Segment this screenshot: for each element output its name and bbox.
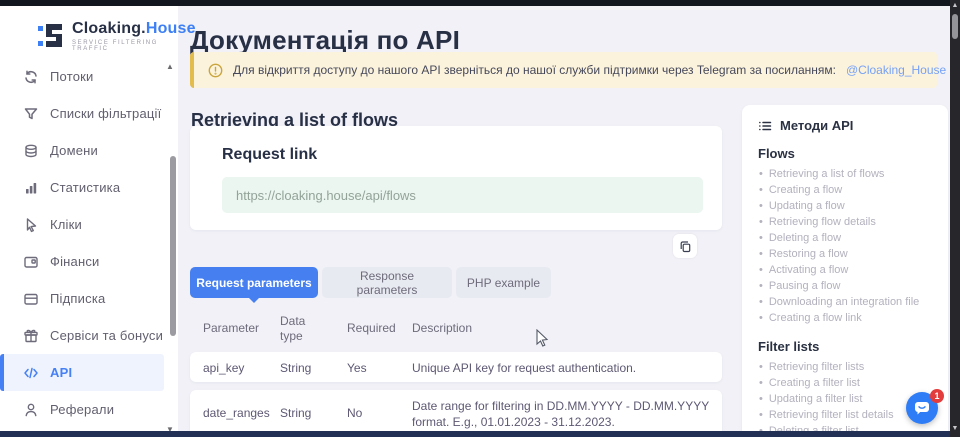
table-row: date_ranges String No Date range for fil… [190,390,722,437]
tab-request-parameters[interactable]: Request parameters [190,267,318,298]
methods-link[interactable]: Pausing a flow [758,278,932,294]
page-scrollbar-thumb[interactable] [952,14,958,39]
wallet-icon [22,290,39,307]
info-icon [208,63,223,78]
telegram-link[interactable]: @Cloaking_House [846,63,946,77]
methods-panel-header: Методи API [758,118,932,133]
sidebar-item-referrals[interactable]: Реферали [0,391,164,428]
sidebar-item-clicks[interactable]: Кліки [0,206,164,243]
sidebar-item-statistics[interactable]: Статистика [0,169,164,206]
cell-description: Unique API key for request authenticatio… [412,361,712,377]
sidebar-item-label: Потоки [50,69,93,84]
sidebar-item-label: Кліки [50,217,82,232]
methods-group-title: Filter lists [758,339,932,354]
cell-required: No [347,406,362,420]
methods-link[interactable]: Downloading an integration file [758,294,932,310]
methods-link[interactable]: Restoring a flow [758,246,932,262]
list-icon [758,119,772,133]
tab-php-example[interactable]: PHP example [456,267,551,298]
col-header-parameter: Parameter [203,321,259,335]
request-link-title: Request link [222,146,317,164]
methods-link[interactable]: Retrieving filter lists [758,359,932,375]
sidebar-scrollbar-thumb[interactable] [170,156,176,336]
chat-notification-badge: 1 [930,389,944,403]
cell-description: Date range for filtering in DD.MM.YYYY -… [412,399,712,430]
sidebar-item-api[interactable]: API [0,354,164,391]
banner-text: Для відкриття доступу до нашого API звер… [233,63,836,77]
code-icon [22,364,39,381]
sidebar-item-label: Статистика [50,180,120,195]
sidebar-item-filter-lists[interactable]: Списки фільтрації [0,95,164,132]
sidebar-item-label: Фінанси [50,254,100,269]
request-link-card: Request link https://cloaking.house/api/… [190,126,722,230]
sidebar-item-finance[interactable]: Фінанси [0,243,164,280]
request-url: https://cloaking.house/api/flows [236,188,416,203]
sidebar-item-subscription[interactable]: Підписка [0,280,164,317]
methods-group-title: Flows [758,146,932,161]
api-methods-panel: Методи API Flows Retrieving a list of fl… [742,105,948,437]
cell-data-type: String [280,406,311,420]
table-header-row: Parameter Data type Required Description [190,310,722,346]
request-url-field[interactable]: https://cloaking.house/api/flows [222,177,703,213]
active-tab-caret [248,297,260,303]
methods-link[interactable]: Retrieving flow details [758,214,932,230]
sidebar: Cloaking.House SERVICE FILTERING TRAFFIC… [0,6,178,437]
col-header-required: Required [347,321,396,335]
sidebar-item-flows[interactable]: Потоки [0,58,164,95]
window-bottom-edge [0,431,950,437]
sidebar-item-services-bonuses[interactable]: Сервіси та бонуси [0,317,164,354]
methods-link[interactable]: Creating a filter list [758,375,932,391]
methods-link[interactable]: Creating a flow [758,182,932,198]
col-header-data-type: Data type [280,314,322,344]
cell-parameter: date_ranges [203,406,270,420]
chat-bubble-icon [913,399,931,417]
api-docs-page: Cloaking.House SERVICE FILTERING TRAFFIC… [0,0,960,437]
sidebar-item-label: Списки фільтрації [50,106,161,121]
mouse-cursor [536,329,550,349]
logo-mark-icon [38,23,64,49]
sidebar-item-label: Підписка [50,291,105,306]
sync-icon [22,68,39,85]
cell-data-type: String [280,361,311,375]
cell-parameter: api_key [203,361,244,375]
col-header-description: Description [412,321,472,335]
brand-tagline: SERVICE FILTERING TRAFFIC [72,40,196,52]
sidebar-item-label: Домени [50,143,98,158]
methods-link[interactable]: Activating a flow [758,262,932,278]
database-icon [22,142,39,159]
tab-response-parameters[interactable]: Response parameters [322,267,452,298]
methods-link[interactable]: Creating a flow link [758,310,932,326]
methods-link[interactable]: Retrieving a list of flows [758,166,932,182]
bar-chart-icon [22,179,39,196]
sidebar-item-domains[interactable]: Домени [0,132,164,169]
copy-button[interactable] [673,234,697,258]
api-access-banner: Для відкриття доступу до нашого API звер… [190,52,937,88]
user-icon [22,401,39,418]
scroll-down-arrow[interactable]: ▼ [950,425,960,432]
sidebar-scroll-up-arrow[interactable]: ▲ [166,62,174,71]
page-scrollbar[interactable] [950,0,960,437]
credit-card-icon [22,253,39,270]
sidebar-item-label: API [50,365,72,380]
brand-name: Cloaking.House [72,20,196,37]
scroll-up-arrow[interactable]: ▲ [950,2,960,9]
methods-link[interactable]: Updating a flow [758,198,932,214]
methods-panel-title: Методи API [780,118,853,133]
cell-required: Yes [347,361,367,375]
methods-link[interactable]: Deleting a flow [758,230,932,246]
sidebar-item-label: Сервіси та бонуси [50,328,163,343]
funnel-icon [22,105,39,122]
cursor-icon [22,216,39,233]
logo[interactable]: Cloaking.House SERVICE FILTERING TRAFFIC [38,20,196,52]
table-row: api_key String Yes Unique API key for re… [190,352,722,382]
gift-icon [22,327,39,344]
sidebar-item-label: Реферали [50,402,114,417]
